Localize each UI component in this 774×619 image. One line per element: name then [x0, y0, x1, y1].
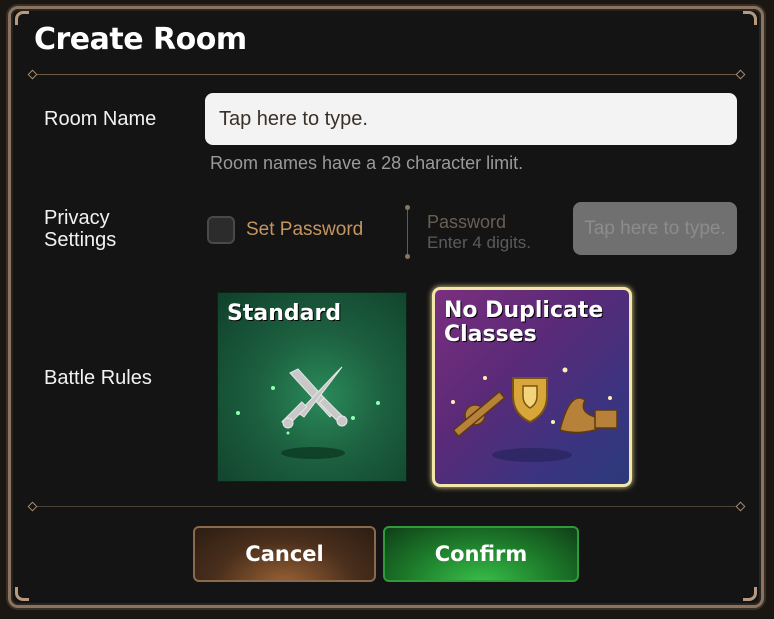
battle-rule-no-duplicate-card[interactable]: No Duplicate Classes — [432, 287, 632, 487]
room-name-input[interactable]: Tap here to type. — [205, 93, 737, 145]
set-password-checkbox[interactable] — [207, 216, 235, 244]
divider-dot — [405, 205, 410, 210]
cancel-button[interactable]: Cancel — [193, 526, 376, 582]
password-label: Password — [427, 212, 507, 232]
frame-corner — [15, 587, 29, 601]
battle-rules-label: Battle Rules — [44, 367, 152, 389]
room-name-label: Room Name — [44, 108, 157, 130]
privacy-settings-label: Privacy Settings — [44, 207, 117, 251]
dialog-title: Create Room — [34, 22, 247, 57]
divider-dot — [405, 254, 410, 259]
vertical-divider — [407, 208, 408, 256]
card-title: No Duplicate Classes — [444, 298, 604, 347]
room-name-placeholder: Tap here to type. — [219, 107, 368, 130]
frame-corner — [743, 587, 757, 601]
confirm-button[interactable]: Confirm — [383, 526, 579, 582]
frame-corner — [15, 11, 29, 25]
card-title: Standard — [227, 301, 342, 326]
password-placeholder: Tap here to type. — [584, 217, 726, 239]
password-input[interactable]: Tap here to type. — [573, 202, 737, 255]
password-sublabel: Enter 4 digits. — [427, 233, 531, 252]
frame-corner — [743, 11, 757, 25]
bottom-divider — [34, 506, 740, 507]
room-name-hint: Room names have a 28 character limit. — [210, 153, 524, 173]
top-divider — [34, 74, 740, 75]
battle-rule-standard-card[interactable]: Standard — [217, 292, 407, 482]
set-password-label[interactable]: Set Password — [246, 219, 363, 241]
